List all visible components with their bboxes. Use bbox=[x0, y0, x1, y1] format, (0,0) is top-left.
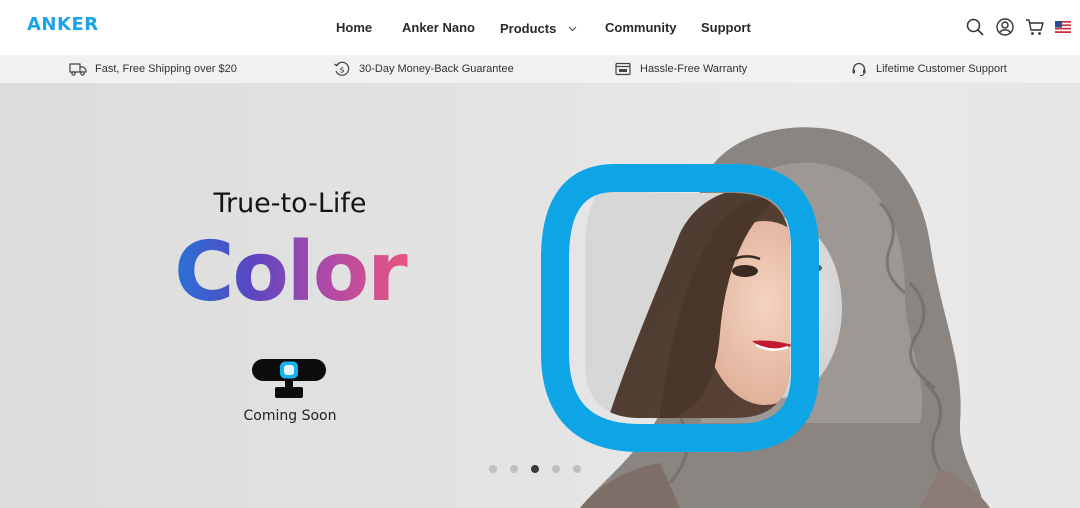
carousel-dot-4[interactable] bbox=[552, 465, 560, 473]
main-nav: Home Anker Nano Products Community Suppo… bbox=[0, 20, 1080, 36]
benefit-shipping-label: Fast, Free Shipping over $20 bbox=[95, 63, 237, 75]
account-icon[interactable] bbox=[995, 17, 1015, 37]
carousel-dot-2[interactable] bbox=[510, 465, 518, 473]
carousel-dot-3[interactable] bbox=[531, 465, 539, 473]
nav-home[interactable]: Home bbox=[336, 20, 372, 35]
benefit-warranty: Hassle-Free Warranty bbox=[614, 55, 747, 83]
truck-icon bbox=[69, 63, 87, 76]
benefit-support-label: Lifetime Customer Support bbox=[876, 63, 1007, 75]
hero-headline: Color bbox=[160, 223, 420, 323]
carousel-dot-5[interactable] bbox=[573, 465, 581, 473]
benefit-support: Lifetime Customer Support bbox=[850, 55, 1007, 83]
money-back-icon: $ bbox=[334, 61, 350, 76]
site-header: ANKER Home Anker Nano Products Community… bbox=[0, 0, 1080, 55]
webcam-icon bbox=[250, 358, 328, 400]
svg-text:$: $ bbox=[339, 66, 344, 75]
hero-model-image bbox=[520, 83, 1080, 508]
benefit-warranty-label: Hassle-Free Warranty bbox=[640, 63, 748, 75]
benefit-shipping: Fast, Free Shipping over $20 bbox=[69, 55, 237, 83]
carousel-dot-1[interactable] bbox=[489, 465, 497, 473]
coming-soon-label: Coming Soon bbox=[243, 408, 337, 424]
headset-icon bbox=[852, 62, 866, 77]
benefits-bar: Fast, Free Shipping over $20 $ 30-Day Mo… bbox=[0, 55, 1080, 83]
nav-anker-nano[interactable]: Anker Nano bbox=[402, 20, 475, 35]
nav-community[interactable]: Community bbox=[605, 20, 677, 35]
warranty-icon bbox=[615, 62, 631, 76]
nav-products[interactable]: Products bbox=[500, 20, 577, 36]
hero-tagline: True-to-Life bbox=[213, 188, 367, 219]
search-icon[interactable] bbox=[965, 17, 985, 37]
nav-products-label: Products bbox=[500, 21, 557, 36]
chevron-down-icon bbox=[568, 20, 577, 35]
hero-banner[interactable]: True-to-Life Color Coming Soon bbox=[0, 83, 1080, 508]
us-flag-icon[interactable] bbox=[1055, 20, 1071, 33]
nav-support[interactable]: Support bbox=[701, 20, 751, 35]
cart-icon[interactable] bbox=[1025, 17, 1045, 37]
benefit-money-back: $ 30-Day Money-Back Guarantee bbox=[333, 55, 514, 83]
benefit-money-back-label: 30-Day Money-Back Guarantee bbox=[359, 63, 514, 75]
